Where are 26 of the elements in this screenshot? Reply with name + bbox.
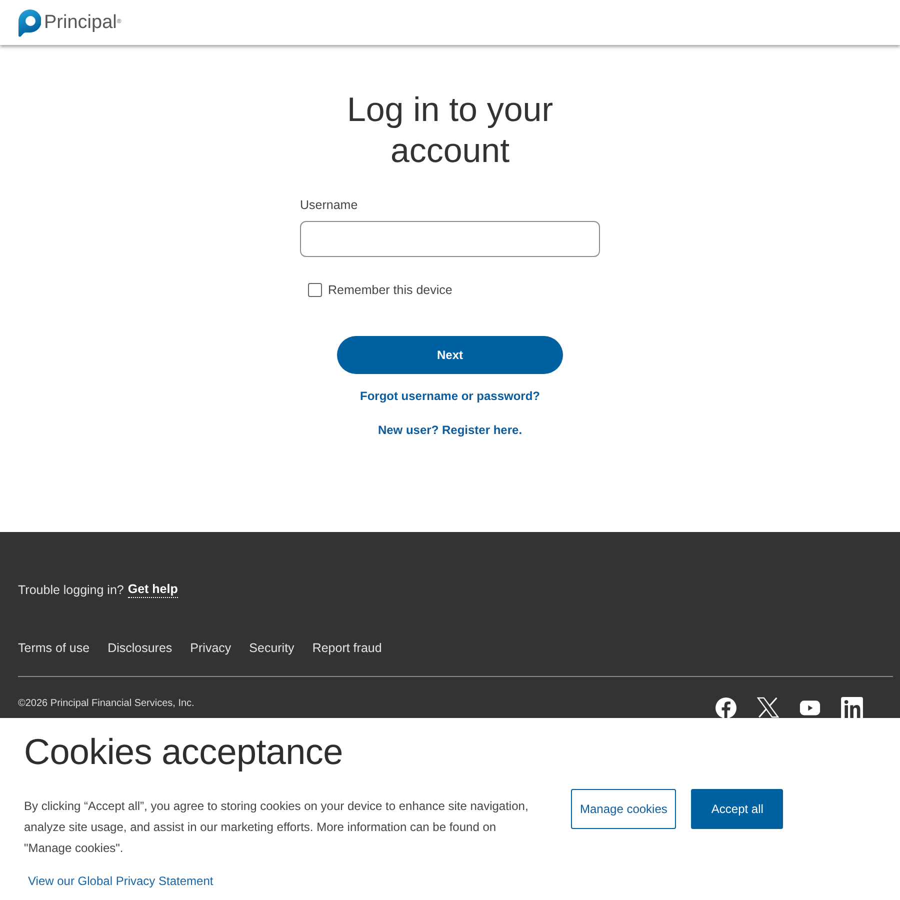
x-icon[interactable] bbox=[757, 697, 779, 718]
help-text: Trouble logging in? bbox=[18, 582, 124, 598]
facebook-icon[interactable] bbox=[715, 697, 737, 718]
footer-link[interactable]: Disclosures bbox=[108, 640, 172, 656]
copyright-text: ©2026 Principal Financial Services, Inc. bbox=[18, 697, 194, 711]
username-label: Username bbox=[300, 197, 358, 213]
next-button[interactable]: Next bbox=[337, 336, 563, 374]
footer-link[interactable]: Security bbox=[249, 640, 294, 656]
register-link[interactable]: New user? Register here. bbox=[378, 422, 522, 438]
manage-cookies-button[interactable]: Manage cookies bbox=[571, 789, 676, 829]
cookie-text: By clicking “Accept all”, you agree to storing cookies on your device to enhance site navigation, analyze site usage, and assist in our marketing efforts. More information can be found on "Manage cookies". bbox=[24, 798, 530, 857]
privacy-statement-link[interactable]: View our Global Privacy Statement bbox=[28, 873, 214, 889]
logo-icon bbox=[18, 8, 41, 36]
linkedin-icon[interactable] bbox=[841, 697, 863, 718]
logo-text: Principal$^{®}$ bbox=[44, 12, 122, 34]
username-field[interactable] bbox=[300, 221, 600, 257]
cookie-title: Cookies acceptance bbox=[24, 732, 343, 772]
accept-all-button[interactable]: Accept all bbox=[691, 789, 784, 829]
remember-checkbox[interactable] bbox=[308, 283, 322, 297]
get-help-link[interactable]: Get help bbox=[128, 582, 178, 598]
page-title: Log in to your account bbox=[346, 90, 554, 172]
footer-link[interactable]: Terms of use bbox=[18, 640, 90, 656]
footer-link[interactable]: Privacy bbox=[190, 640, 232, 656]
remember-label: Remember this device bbox=[328, 282, 452, 298]
forgot-link[interactable]: Forgot username or password? bbox=[360, 388, 540, 404]
footer-link[interactable]: Report fraud bbox=[312, 640, 382, 656]
